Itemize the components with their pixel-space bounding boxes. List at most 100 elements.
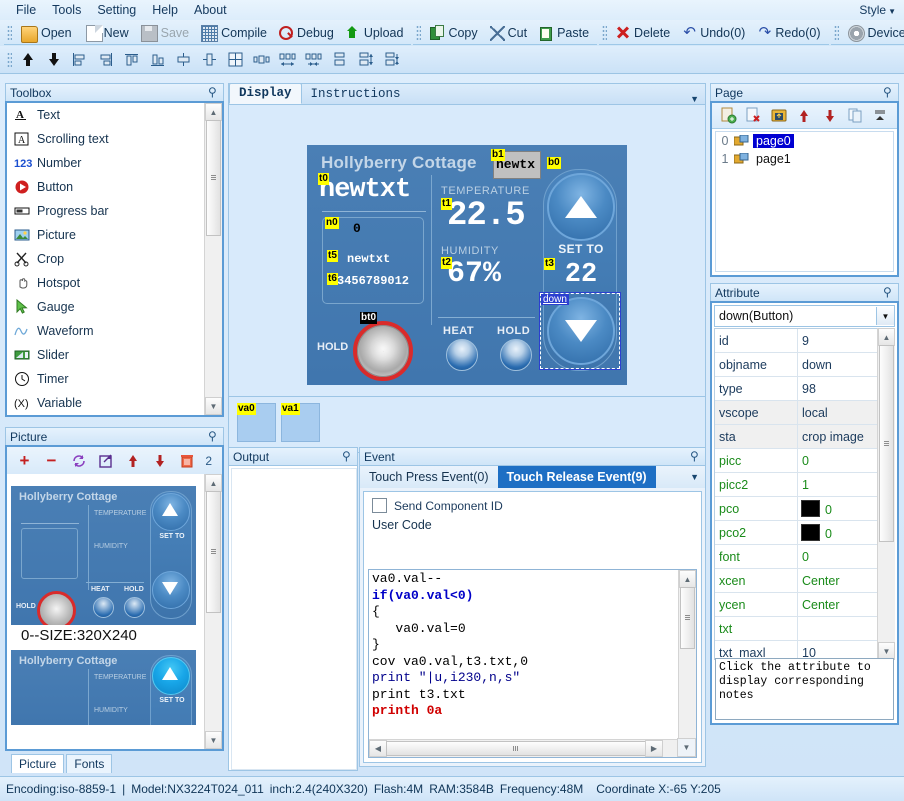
- component-t2[interactable]: 67%: [447, 257, 501, 291]
- picture-scrollbar[interactable]: ▲ ▼: [204, 474, 222, 749]
- tab-touch-press-event[interactable]: Touch Press Event(0): [360, 466, 498, 488]
- up-button[interactable]: [547, 173, 615, 241]
- tab-touch-release-event[interactable]: Touch Release Event(9): [497, 466, 656, 488]
- display-canvas[interactable]: Hollyberry Cottage newtx b1 b0 newtxt t0…: [228, 104, 706, 397]
- attribute-object-select[interactable]: down(Button) ▼: [714, 305, 895, 327]
- paste-button[interactable]: Paste: [533, 23, 595, 42]
- cut-button[interactable]: Cut: [484, 23, 533, 42]
- component-t3[interactable]: 22: [553, 260, 609, 290]
- new-button[interactable]: New: [78, 22, 135, 43]
- fit-grid-icon[interactable]: [223, 48, 248, 71]
- pin-icon[interactable]: ⚲: [883, 86, 894, 99]
- table-row[interactable]: txt: [715, 616, 894, 641]
- add-page-icon[interactable]: [717, 104, 740, 127]
- user-code-editor[interactable]: va0.val-- if(va0.val<0) { va0.val=0 } co…: [368, 569, 697, 758]
- scroll-up-icon[interactable]: ▲: [205, 103, 222, 121]
- toolbox-item-slider[interactable]: Slider: [7, 343, 205, 367]
- table-row[interactable]: picc 0: [715, 448, 894, 473]
- open-button[interactable]: Open: [15, 22, 78, 43]
- component-t1[interactable]: 22.5: [447, 197, 526, 235]
- redo-button[interactable]: ↷ Redo(0): [751, 23, 826, 42]
- table-row[interactable]: xcen Center: [715, 568, 894, 593]
- align-bottom-icon[interactable]: [145, 48, 170, 71]
- chevron-down-icon[interactable]: ▼: [876, 307, 894, 325]
- upload-button[interactable]: Upload: [340, 23, 410, 42]
- picture-list-item[interactable]: Hollyberry Cottage TEMPERATURE HUMIDITY …: [7, 480, 205, 648]
- component-t5[interactable]: newtxt: [347, 252, 390, 266]
- attribute-scrollbar[interactable]: ▲ ▼: [877, 328, 895, 660]
- scroll-up-icon[interactable]: ▲: [878, 328, 895, 346]
- move-up-icon[interactable]: [15, 48, 40, 71]
- delete-page-icon[interactable]: [742, 104, 765, 127]
- chevron-down-icon[interactable]: ▼: [690, 94, 699, 104]
- picture-list-item[interactable]: Hollyberry Cottage TEMPERATURE HUMIDITY …: [7, 648, 205, 725]
- menu-item-about[interactable]: About: [186, 1, 235, 19]
- compile-button[interactable]: Compile: [195, 22, 273, 43]
- send-component-id-row[interactable]: Send Component ID: [364, 492, 701, 515]
- same-width-icon[interactable]: [249, 48, 274, 71]
- copy-page-icon[interactable]: [843, 104, 866, 127]
- table-row[interactable]: type 98: [715, 376, 894, 401]
- toolbox-item-picture[interactable]: Picture: [7, 223, 205, 247]
- shrink-horizontal-icon[interactable]: [301, 48, 326, 71]
- component-t6[interactable]: 3456789012: [337, 274, 409, 288]
- page-list-item-page1[interactable]: 1 page1: [716, 150, 893, 168]
- spread-vertical-icon[interactable]: [353, 48, 378, 71]
- heat-led-button[interactable]: [446, 339, 478, 371]
- scroll-left-icon[interactable]: ◀: [369, 740, 387, 757]
- code-vertical-scrollbar[interactable]: ▲: [678, 570, 696, 741]
- center-horizontal-icon[interactable]: [171, 48, 196, 71]
- scroll-right-icon[interactable]: ▶: [645, 740, 663, 757]
- toolbox-item-variable[interactable]: (X) Variable: [7, 391, 205, 415]
- move-up-icon[interactable]: [119, 449, 146, 473]
- undo-button[interactable]: ↶ Undo(0): [676, 23, 751, 42]
- table-row[interactable]: vscope local: [715, 400, 894, 425]
- delete-icon[interactable]: [173, 449, 200, 473]
- page-folder-icon[interactable]: [768, 104, 791, 127]
- device-id-button[interactable]: Device ID: [842, 22, 904, 43]
- scrollbar-thumb[interactable]: [879, 345, 894, 542]
- toolbox-item-waveform[interactable]: Waveform: [7, 319, 205, 343]
- table-row[interactable]: picc2 1: [715, 472, 894, 497]
- table-row[interactable]: pco 0: [715, 496, 894, 521]
- code-horizontal-scrollbar[interactable]: ◀ ▶: [369, 739, 679, 757]
- refresh-icon[interactable]: [65, 449, 92, 473]
- move-down-icon[interactable]: [146, 449, 173, 473]
- toolbox-item-progress-bar[interactable]: Progress bar: [7, 199, 205, 223]
- debug-button[interactable]: Debug: [273, 23, 340, 42]
- tab-display[interactable]: Display: [229, 83, 302, 104]
- table-row[interactable]: id 9: [715, 329, 894, 353]
- toolbox-item-number[interactable]: 123 Number: [7, 151, 205, 175]
- menu-item-tools[interactable]: Tools: [44, 1, 89, 19]
- scroll-down-icon[interactable]: ▼: [205, 731, 222, 749]
- tab-instructions[interactable]: Instructions: [302, 85, 410, 104]
- user-code-text[interactable]: va0.val-- if(va0.val<0) { va0.val=0 } co…: [372, 571, 677, 739]
- toolbox-item-gauge[interactable]: Gauge: [7, 295, 205, 319]
- pin-icon[interactable]: ⚲: [208, 86, 219, 99]
- shrink-vertical-icon[interactable]: [379, 48, 404, 71]
- toolbox-item-text[interactable]: A Text: [7, 103, 205, 127]
- spread-horizontal-icon[interactable]: [275, 48, 300, 71]
- toolbar-grip[interactable]: [602, 24, 608, 41]
- component-bt0[interactable]: [353, 321, 413, 381]
- copy-button[interactable]: Copy: [424, 23, 483, 42]
- menu-item-setting[interactable]: Setting: [89, 1, 144, 19]
- scroll-up-icon[interactable]: ▲: [679, 570, 696, 588]
- toolbox-item-timer[interactable]: Timer: [7, 367, 205, 391]
- toolbox-item-button[interactable]: Button: [7, 175, 205, 199]
- scroll-up-icon[interactable]: ▲: [205, 474, 222, 492]
- toolbox-item-scrolling-text[interactable]: A Scrolling text: [7, 127, 205, 151]
- align-right-icon[interactable]: [93, 48, 118, 71]
- menu-item-help[interactable]: Help: [144, 1, 186, 19]
- chevron-down-icon[interactable]: ▼: [684, 466, 705, 488]
- toolbox-scrollbar[interactable]: ▲ ▼: [204, 103, 222, 415]
- component-n0[interactable]: 0: [353, 221, 361, 236]
- toolbar-grip[interactable]: [7, 24, 12, 41]
- scrollbar-thumb[interactable]: [386, 741, 646, 756]
- scrollbar-thumb[interactable]: [206, 120, 221, 236]
- toolbar-grip[interactable]: [416, 24, 422, 41]
- pin-icon[interactable]: ⚲: [342, 450, 353, 463]
- tab-picture[interactable]: Picture: [11, 754, 65, 773]
- move-down-icon[interactable]: [818, 104, 841, 127]
- table-row[interactable]: sta crop image: [715, 424, 894, 449]
